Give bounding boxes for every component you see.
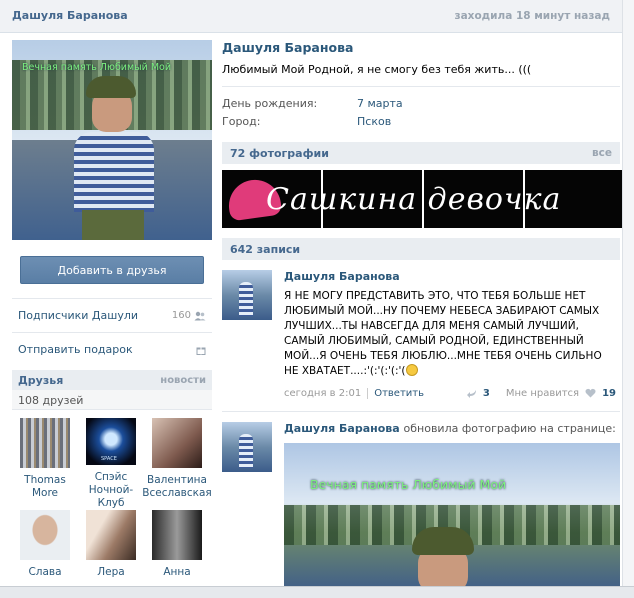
- friend-photo[interactable]: [152, 418, 202, 468]
- photos-strip: [222, 170, 624, 228]
- add-friend-button[interactable]: Добавить в друзья: [20, 256, 204, 284]
- last-seen-status: заходила 18 минут назад: [454, 10, 611, 22]
- wall-header: 642 записи: [222, 238, 620, 260]
- post-photo[interactable]: Вечная память Любимый Мой: [284, 443, 620, 593]
- avatar-watermark: Вечная память Любимый Мой: [22, 62, 172, 73]
- followers-label: Подписчики Дашули: [18, 309, 139, 322]
- send-gift-link[interactable]: Отправить подарок: [12, 332, 212, 366]
- heart-like-icon[interactable]: [585, 388, 596, 398]
- friends-grid: Thomas More SPACE Спэйс Ночной-Клуб Вале…: [12, 410, 212, 598]
- smile-icon: [405, 364, 418, 376]
- friend-photo[interactable]: [20, 418, 70, 468]
- post-time[interactable]: сегодня в 2:01: [284, 388, 361, 399]
- friends-news-link[interactable]: новости: [160, 375, 206, 386]
- avatar-person-body: [74, 132, 154, 212]
- friend-name[interactable]: Анна: [163, 566, 190, 579]
- birthday-label: День рождения:: [222, 97, 318, 110]
- profile-status[interactable]: Любимый Мой Родной, я не смогу без тебя …: [222, 63, 620, 76]
- friend-item[interactable]: Лера: [78, 510, 144, 598]
- friend-item[interactable]: SPACE Спэйс Ночной-Клуб: [78, 418, 144, 510]
- photos-strip-wrap: Сашкина девочка: [222, 170, 624, 228]
- friends-count[interactable]: 108 друзей: [12, 390, 212, 410]
- friend-name[interactable]: Thomas More: [12, 474, 78, 500]
- city-label: Город:: [222, 115, 261, 128]
- friend-name[interactable]: Слава: [28, 566, 61, 579]
- divider: [222, 86, 620, 87]
- post-text-content: Я НЕ МОГУ ПРЕДСТАВИТЬ ЭТО, ЧТО ТЕБЯ БОЛЬ…: [284, 290, 602, 377]
- friend-photo[interactable]: SPACE: [86, 418, 136, 465]
- reply-link[interactable]: Ответить: [367, 387, 424, 399]
- friend-name[interactable]: Спэйс Ночной-Клуб: [78, 471, 144, 510]
- friend-item[interactable]: Анна: [144, 510, 210, 598]
- friend-name[interactable]: Лера: [97, 566, 124, 579]
- post-author-avatar[interactable]: [222, 270, 272, 320]
- post-action-text: обновила фотографию на странице:: [403, 422, 616, 435]
- friend-item[interactable]: Валентина Всеславская: [142, 418, 212, 510]
- gift-icon-wrap: [196, 345, 206, 355]
- post-body: Дашуля Баранова Я НЕ МОГУ ПРЕДСТАВИТЬ ЭТ…: [284, 270, 620, 401]
- profile-avatar[interactable]: Вечная память Любимый Мой: [12, 40, 212, 240]
- header-name[interactable]: Дашуля Баранова: [12, 9, 128, 22]
- wall-post: Дашуля Баранова обновила фотографию на с…: [222, 412, 620, 593]
- post-meta: сегодня в 2:01 Ответить 3 Мне нравится 1…: [284, 385, 620, 401]
- photos-all-link[interactable]: все: [592, 147, 612, 159]
- post-actions: 3 Мне нравится 19: [466, 388, 616, 399]
- photo-thumb[interactable]: [323, 170, 422, 228]
- profile-name: Дашуля Баранова: [222, 40, 354, 55]
- birthday-value[interactable]: 7 марта: [357, 97, 620, 110]
- friend-photo[interactable]: [86, 510, 136, 560]
- post-author[interactable]: Дашуля Баранова: [284, 422, 400, 435]
- followers-count-group: 160: [172, 310, 206, 321]
- bottom-bar: [0, 586, 634, 598]
- followers-link[interactable]: Подписчики Дашули 160: [12, 298, 212, 332]
- gift-icon: [196, 347, 206, 355]
- friend-photo[interactable]: [20, 510, 70, 560]
- photo-person-cap: [412, 527, 474, 555]
- post-author-line: Дашуля Баранова обновила фотографию на с…: [284, 422, 620, 435]
- followers-count: 160: [171, 310, 191, 321]
- profile-info: День рождения: 7 марта Город: Псков: [222, 97, 620, 128]
- wall-title[interactable]: 642 записи: [230, 243, 300, 256]
- avatar-person-cap: [86, 76, 136, 98]
- avatar-person-legs: [82, 210, 144, 240]
- friend-name[interactable]: Валентина Всеславская: [142, 474, 211, 500]
- city-value[interactable]: Псков: [357, 115, 620, 128]
- photos-header: 72 фотографии все: [222, 142, 620, 164]
- like-count[interactable]: 19: [602, 388, 616, 399]
- photo-watermark: Вечная память Любимый Мой: [310, 477, 507, 492]
- friend-photo-caption: SPACE: [101, 456, 117, 462]
- like-label[interactable]: Мне нравится: [506, 388, 579, 399]
- post-author-avatar[interactable]: [222, 422, 272, 472]
- people-icon: [194, 311, 206, 320]
- right-column: Дашуля Баранова Любимый Мой Родной, я не…: [222, 40, 624, 593]
- vertical-scrollbar[interactable]: [622, 0, 634, 586]
- photo-thumb[interactable]: [222, 170, 321, 228]
- profile-header-bar: Дашуля Баранова заходила 18 минут назад: [0, 0, 634, 33]
- post-body: Дашуля Баранова обновила фотографию на с…: [284, 422, 620, 435]
- post-text: Я НЕ МОГУ ПРЕДСТАВИТЬ ЭТО, ЧТО ТЕБЯ БОЛЬ…: [284, 289, 609, 379]
- photo-thumb[interactable]: [525, 170, 624, 228]
- photo-thumb[interactable]: [424, 170, 523, 228]
- friend-item[interactable]: Слава: [12, 510, 78, 598]
- gift-label: Отправить подарок: [18, 343, 133, 356]
- friends-title[interactable]: Друзья: [18, 374, 63, 387]
- friends-header: Друзья новости: [12, 370, 212, 390]
- repost-icon[interactable]: [466, 388, 477, 398]
- wall-post: Дашуля Баранова Я НЕ МОГУ ПРЕДСТАВИТЬ ЭТ…: [222, 260, 620, 412]
- left-column: Вечная память Любимый Мой Добавить в дру…: [12, 40, 212, 598]
- repost-count[interactable]: 3: [483, 388, 490, 399]
- post-author[interactable]: Дашуля Баранова: [284, 270, 620, 283]
- friend-item[interactable]: Thomas More: [12, 418, 78, 510]
- friend-photo[interactable]: [152, 510, 202, 560]
- heart-icon: [225, 176, 283, 222]
- photos-title[interactable]: 72 фотографии: [230, 147, 329, 160]
